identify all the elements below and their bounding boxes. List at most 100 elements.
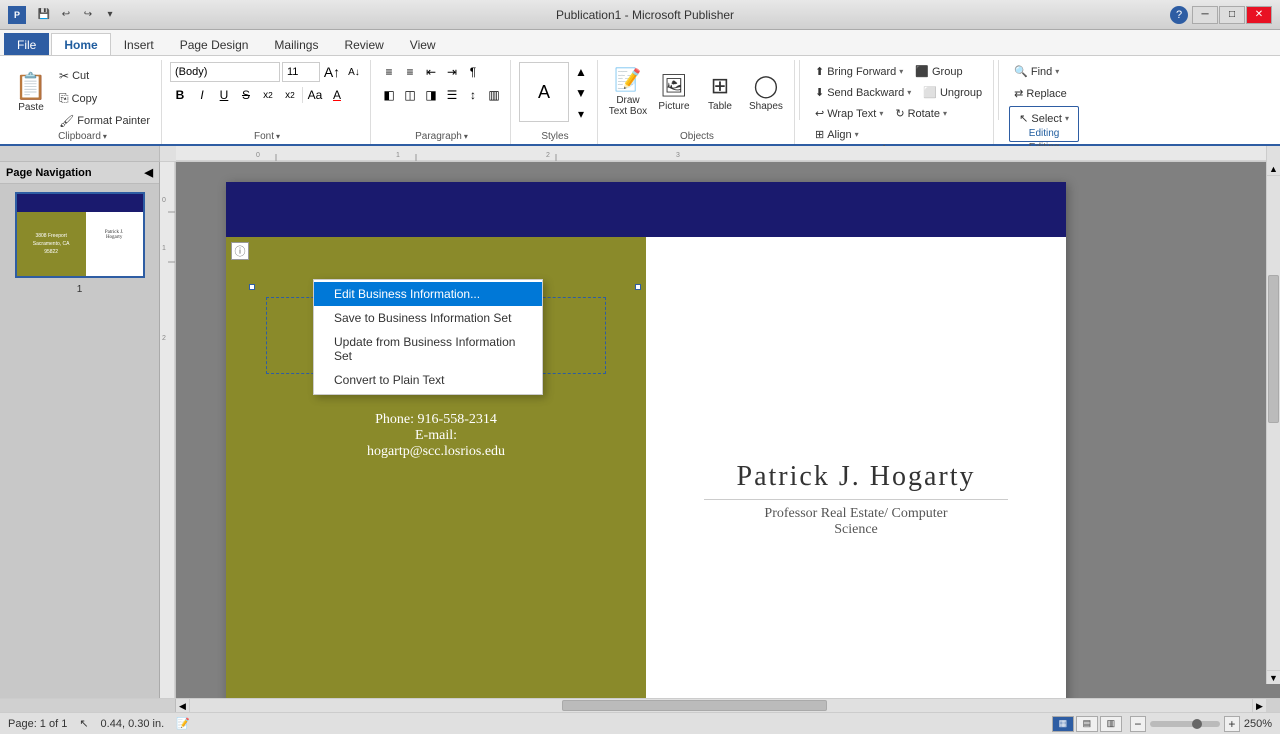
styles-up-btn[interactable]: ▲ (571, 62, 591, 82)
publication-page: ⓘ Edit Business Information... Save to B… (226, 182, 1066, 698)
ctx-save-business-info[interactable]: Save to Business Information Set (314, 306, 542, 330)
send-backward-button[interactable]: ⬇Send Backward▾ (810, 83, 916, 102)
italic-button[interactable]: I (192, 85, 212, 105)
select-button[interactable]: ↖Select▾ (1014, 109, 1074, 128)
page-nav-collapse[interactable]: ◀ (145, 166, 153, 179)
ctx-convert-plain-text[interactable]: Convert to Plain Text (314, 368, 542, 392)
scroll-up-btn[interactable]: ▲ (1267, 162, 1280, 176)
show-hide-btn[interactable]: ¶ (463, 62, 483, 82)
ctx-edit-business-info[interactable]: Edit Business Information... (314, 282, 542, 306)
font-size-box[interactable]: 11 (282, 62, 320, 82)
decrease-font-btn[interactable]: A↓ (344, 62, 364, 82)
page-navigation-panel: Page Navigation ◀ 3808 Freeport Sacramen… (0, 162, 160, 698)
tab-mailings[interactable]: Mailings (261, 33, 331, 55)
editing-sublabel: Editing (1014, 128, 1074, 139)
increase-font-btn[interactable]: A↑ (322, 62, 342, 82)
line-spacing-btn[interactable]: ↕ (463, 85, 483, 105)
tab-home[interactable]: Home (51, 33, 110, 55)
superscript-button[interactable]: x2 (258, 85, 278, 105)
view-master-btn[interactable]: ▤ (1076, 716, 1098, 732)
scroll-down-btn[interactable]: ▼ (1267, 670, 1280, 684)
align-center-btn[interactable]: ◫ (400, 85, 420, 105)
redo-quick-btn[interactable]: ↪ (78, 5, 98, 25)
zoom-in-btn[interactable]: + (1224, 716, 1240, 732)
maximize-button[interactable]: □ (1219, 6, 1245, 24)
vertical-scrollbar[interactable]: ▲ ▼ (1266, 162, 1280, 684)
shapes-button[interactable]: ◯ Shapes (744, 62, 788, 122)
ribbon-group-paragraph: ≡ ≡ ⇤ ⇥ ¶ ◧ ◫ ◨ ☰ ↕ ▥ Paragraph▾ (373, 60, 511, 144)
align-right-btn[interactable]: ◨ (421, 85, 441, 105)
minimize-button[interactable]: ─ (1192, 6, 1218, 24)
canvas-area[interactable]: ⓘ Edit Business Information... Save to B… (176, 162, 1280, 698)
copy-button[interactable]: ⎘Copy (54, 88, 155, 109)
picture-button[interactable]: 🖼 Picture (652, 62, 696, 122)
styles-down-btn[interactable]: ▼ (571, 83, 591, 103)
tab-insert[interactable]: Insert (111, 33, 167, 55)
page-thumbnail-1[interactable]: 3808 Freeport Sacramento, CA 95822 Patri… (15, 192, 145, 278)
col-btn[interactable]: ▥ (484, 85, 504, 105)
scroll-left-btn[interactable]: ◀ (176, 699, 190, 713)
replace-button[interactable]: ⇄Replace (1009, 84, 1072, 103)
group-button[interactable]: ⬛Group (910, 62, 967, 81)
ctx-update-business-info[interactable]: Update from Business Information Set (314, 330, 542, 368)
format-painter-button[interactable]: 🖌Format Painter (54, 111, 155, 131)
wrap-text-button[interactable]: ↩Wrap Text▾ (810, 104, 888, 123)
numbering-button[interactable]: ≡ (400, 62, 420, 82)
paste-button[interactable]: 📋 Paste (10, 62, 52, 122)
decrease-indent-btn[interactable]: ⇤ (421, 62, 441, 82)
clipboard-expand[interactable]: ▾ (103, 132, 107, 141)
horizontal-scrollbar-container: ◀ ▶ (0, 698, 1280, 712)
font-name-box[interactable]: (Body) (170, 62, 280, 82)
horizontal-ruler: 0 1 2 3 (176, 146, 1266, 162)
zoom-slider[interactable] (1150, 721, 1220, 727)
styles-more-btn[interactable]: ▾ (571, 104, 591, 124)
tab-view[interactable]: View (397, 33, 449, 55)
save-quick-btn[interactable]: 💾 (34, 5, 54, 25)
table-button[interactable]: ⊞ Table (698, 62, 742, 122)
rotate-button[interactable]: ↻Rotate▾ (890, 104, 952, 123)
customize-quick-btn[interactable]: ▾ (100, 5, 120, 25)
subscript-button[interactable]: x2 (280, 85, 300, 105)
tab-review[interactable]: Review (331, 33, 396, 55)
change-case-button[interactable]: Aa (305, 85, 325, 105)
scroll-thumb-v[interactable] (1268, 275, 1279, 423)
scroll-thumb-h[interactable] (562, 700, 828, 711)
font-expand[interactable]: ▾ (276, 132, 280, 141)
smart-tag-button[interactable]: ⓘ (231, 242, 249, 260)
styles-label: Styles (519, 131, 591, 144)
undo-quick-btn[interactable]: ↩ (56, 5, 76, 25)
phone-text: Phone: 916-558-2314 (367, 412, 505, 428)
font-color-button[interactable]: A (327, 85, 347, 105)
scroll-right-btn[interactable]: ▶ (1252, 699, 1266, 713)
bring-forward-button[interactable]: ⬆Bring Forward▾ (810, 62, 908, 81)
tab-file[interactable]: File (4, 33, 49, 55)
view-twopage-btn[interactable]: ▥ (1100, 716, 1122, 732)
zoom-out-btn[interactable]: − (1130, 716, 1146, 732)
close-button[interactable]: ✕ (1246, 6, 1272, 24)
contact-info: Phone: 916-558-2314 E-mail: hogartp@scc.… (367, 412, 505, 460)
view-normal-btn[interactable]: ▦ (1052, 716, 1074, 732)
justify-btn[interactable]: ☰ (442, 85, 462, 105)
handle-tr[interactable] (635, 284, 641, 290)
align-button[interactable]: ⊞Align▾ (810, 125, 864, 144)
para-expand[interactable]: ▾ (464, 132, 468, 141)
handle-tl[interactable] (249, 284, 255, 290)
align-left-btn[interactable]: ◧ (379, 85, 399, 105)
draw-text-box-button[interactable]: 📝 Draw Text Box (606, 62, 650, 122)
strikethrough-button[interactable]: S (236, 85, 256, 105)
increase-indent-btn[interactable]: ⇥ (442, 62, 462, 82)
ungroup-button[interactable]: ⬜Ungroup (918, 83, 987, 102)
underline-button[interactable]: U (214, 85, 234, 105)
find-button[interactable]: 🔍Find▾ (1009, 62, 1064, 81)
help-button[interactable]: ? (1170, 6, 1188, 24)
svg-text:1: 1 (396, 152, 400, 159)
svg-text:2: 2 (546, 152, 550, 159)
cut-button[interactable]: ✂Cut (54, 66, 155, 86)
ribbon-tabs: File Home Insert Page Design Mailings Re… (0, 30, 1280, 56)
tab-page-design[interactable]: Page Design (167, 33, 262, 55)
bullets-button[interactable]: ≡ (379, 62, 399, 82)
status-bar: Page: 1 of 1 ↖ 0.44, 0.30 in. 📝 ▦ ▤ ▥ − … (0, 712, 1280, 734)
bold-button[interactable]: B (170, 85, 190, 105)
styles-gallery[interactable]: A (519, 62, 569, 122)
ribbon-group-styles: A ▲ ▼ ▾ Styles (513, 60, 598, 144)
